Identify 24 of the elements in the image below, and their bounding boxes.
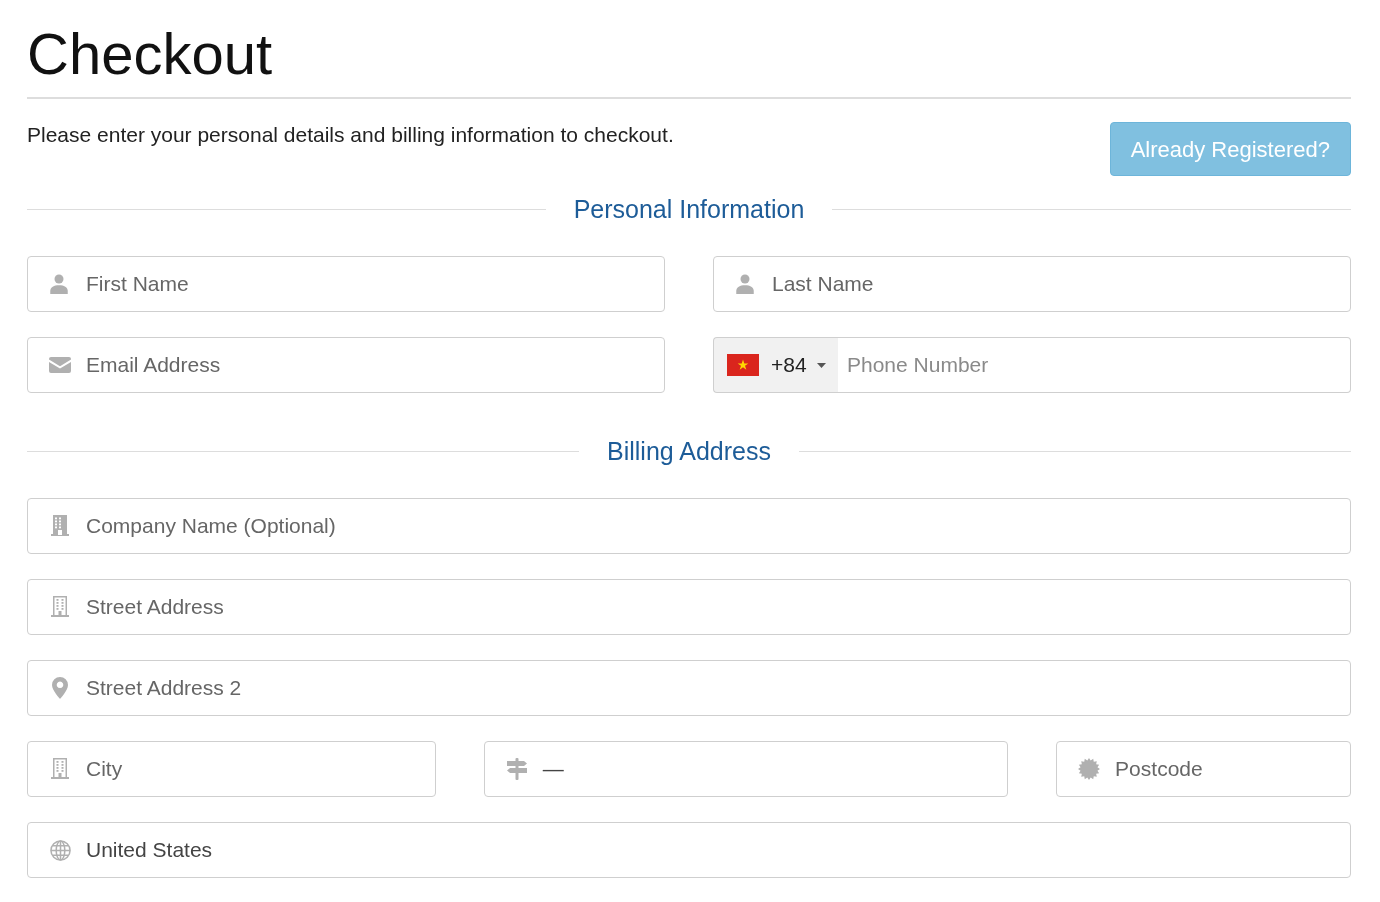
state-select[interactable]: — <box>483 741 1009 797</box>
person-icon <box>49 274 69 294</box>
postcode-field[interactable]: Postcode <box>1056 741 1351 797</box>
building-outline-icon <box>51 758 69 779</box>
company-field[interactable]: Company Name (Optional) <box>27 498 1351 554</box>
page-title: Checkout <box>27 20 273 88</box>
person-icon <box>735 274 755 294</box>
envelope-icon <box>49 357 71 373</box>
street-address-field[interactable]: Street Address 2 <box>27 660 1351 716</box>
building-outline-icon <box>51 596 69 617</box>
globe-icon <box>50 840 71 861</box>
email-field[interactable]: Email Address <box>27 337 665 393</box>
name-field[interactable]: Last Name <box>713 256 1351 312</box>
section-heading: Personal Information <box>573 194 805 225</box>
section-heading: Billing Address <box>607 436 771 467</box>
street-address-field[interactable]: Street Address <box>27 579 1351 635</box>
name-field[interactable]: First Name <box>27 256 665 312</box>
country-select[interactable]: United States <box>27 822 1351 878</box>
badge-icon <box>1078 758 1101 780</box>
signpost-icon <box>505 758 528 780</box>
map-pin-icon <box>52 677 68 699</box>
city-field[interactable]: City <box>27 741 436 797</box>
building-icon <box>51 515 69 536</box>
intro-text: Please enter your personal details and billing information to checkout. <box>27 122 674 148</box>
